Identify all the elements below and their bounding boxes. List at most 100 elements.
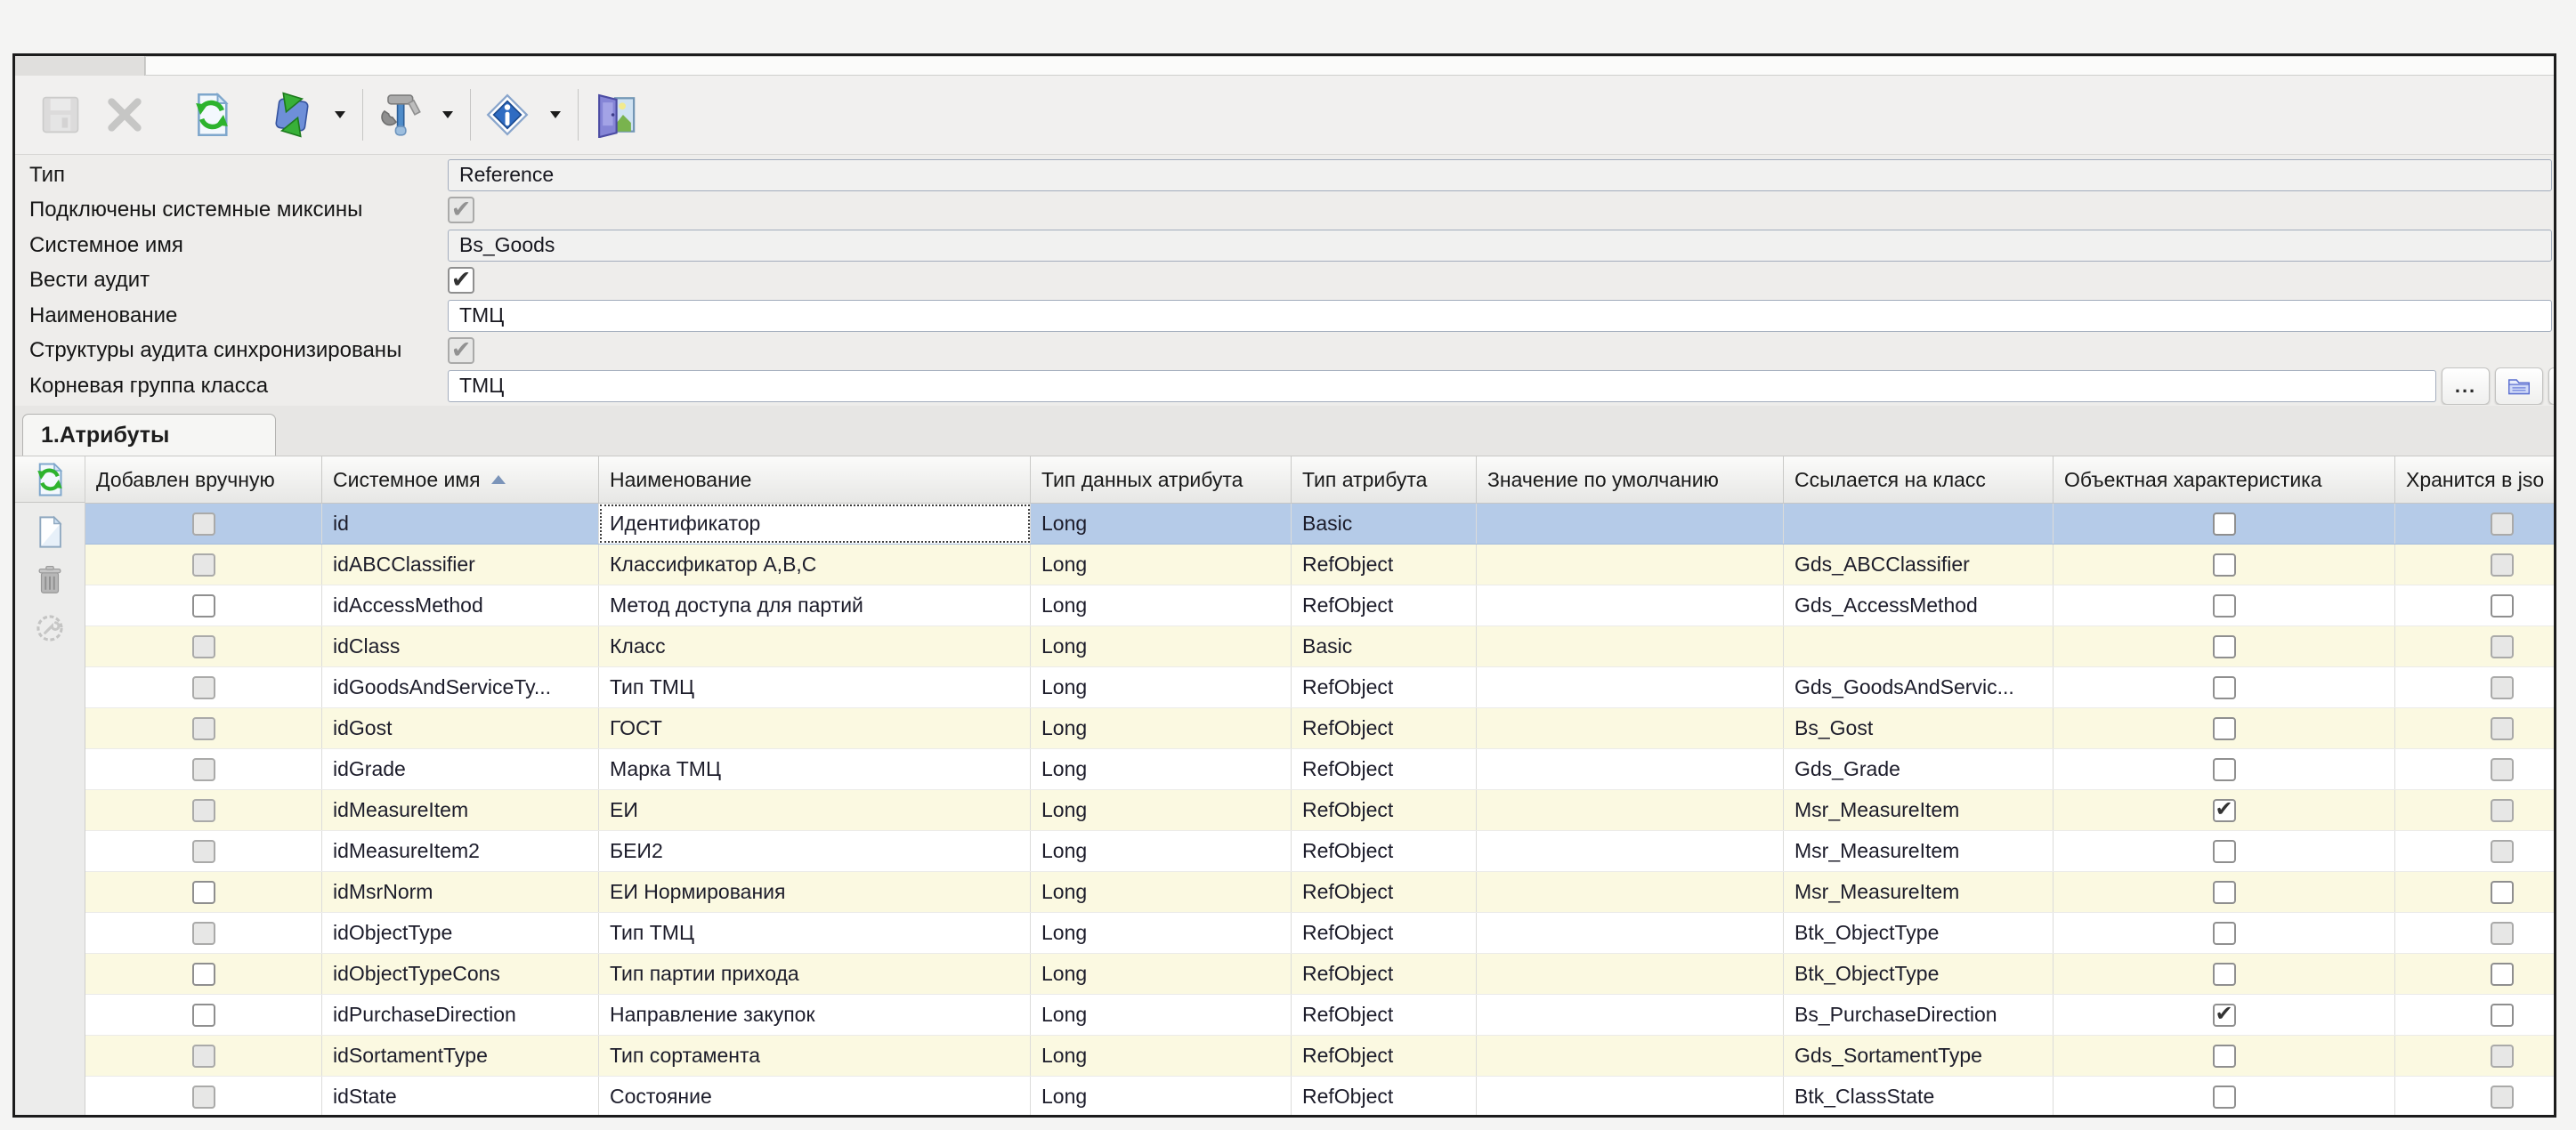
cell-name[interactable]: Тип ТМЦ (599, 667, 1031, 707)
cell-system_name[interactable]: idGoodsAndServiceTy... (322, 667, 599, 707)
table-row[interactable]: idABCClassifierКлассификатор A,B,CLongRe… (85, 545, 2554, 585)
cell-data_type[interactable]: Long (1031, 585, 1292, 626)
system-name-field[interactable] (448, 230, 2552, 262)
cell-system_name[interactable]: idClass (322, 626, 599, 666)
cell-default_value[interactable] (1477, 831, 1784, 871)
cell-attr_type[interactable]: RefObject (1292, 749, 1477, 789)
audit-checkbox[interactable] (448, 267, 474, 294)
info-dropdown-button[interactable] (546, 89, 565, 141)
cell-system_name[interactable]: idState (322, 1077, 599, 1115)
cell-name[interactable]: ЕИ (599, 790, 1031, 830)
cell-data_type[interactable]: Long (1031, 667, 1292, 707)
column-header-default_value[interactable]: Значение по умолчанию (1477, 456, 1784, 503)
table-row[interactable]: idObjectTypeConsТип партии приходаLongRe… (85, 954, 2554, 995)
cell-name[interactable]: Идентификатор (599, 504, 1031, 544)
cell-system_name[interactable]: idGrade (322, 749, 599, 789)
exit-button[interactable] (589, 89, 641, 141)
cell-name[interactable]: Тип сортамента (599, 1036, 1031, 1076)
cell-ref_class[interactable]: Gds_SortamentType (1784, 1036, 2054, 1076)
root-group-field[interactable] (448, 370, 2436, 402)
cell-attr_type[interactable]: RefObject (1292, 545, 1477, 585)
cell-attr_type[interactable]: RefObject (1292, 1036, 1477, 1076)
table-row[interactable]: idAccessMethodМетод доступа для партийLo… (85, 585, 2554, 626)
cell-default_value[interactable] (1477, 913, 1784, 953)
delete-row-button[interactable] (31, 561, 69, 599)
cell-name[interactable]: Марка ТМЦ (599, 749, 1031, 789)
cell-default_value[interactable] (1477, 667, 1784, 707)
object_characteristic-checkbox[interactable] (2213, 635, 2236, 658)
column-header-system_name[interactable]: Системное имя (322, 456, 599, 503)
cell-ref_class[interactable]: Gds_ABCClassifier (1784, 545, 2054, 585)
cell-attr_type[interactable]: RefObject (1292, 831, 1477, 871)
table-row[interactable]: idGostГОСТLongRefObjectBs_Gost (85, 708, 2554, 749)
cell-default_value[interactable] (1477, 708, 1784, 748)
cell-ref_class[interactable]: Gds_AccessMethod (1784, 585, 2054, 626)
stored_in_json-checkbox[interactable] (2491, 963, 2514, 986)
cell-name[interactable]: Направление закупок (599, 995, 1031, 1035)
cell-attr_type[interactable]: RefObject (1292, 585, 1477, 626)
manual-checkbox[interactable] (192, 1004, 215, 1027)
cell-name[interactable]: ГОСТ (599, 708, 1031, 748)
cell-attr_type[interactable]: RefObject (1292, 913, 1477, 953)
cell-data_type[interactable]: Long (1031, 790, 1292, 830)
import-button[interactable] (266, 89, 318, 141)
column-header-name[interactable]: Наименование (599, 456, 1031, 503)
cell-data_type[interactable]: Long (1031, 749, 1292, 789)
stored_in_json-checkbox[interactable] (2491, 1004, 2514, 1027)
import-dropdown-button[interactable] (330, 89, 350, 141)
name-field[interactable] (448, 300, 2552, 332)
cell-name[interactable]: БЕИ2 (599, 831, 1031, 871)
object_characteristic-checkbox[interactable] (2213, 1086, 2236, 1109)
type-field[interactable] (448, 159, 2552, 191)
cell-attr_type[interactable]: Basic (1292, 626, 1477, 666)
cell-default_value[interactable] (1477, 995, 1784, 1035)
column-header-attr_type[interactable]: Тип атрибута (1292, 456, 1477, 503)
cell-ref_class[interactable]: Bs_Gost (1784, 708, 2054, 748)
cell-system_name[interactable]: idABCClassifier (322, 545, 599, 585)
object_characteristic-checkbox[interactable] (2213, 553, 2236, 577)
cell-ref_class[interactable]: Btk_ObjectType (1784, 913, 2054, 953)
cell-data_type[interactable]: Long (1031, 1077, 1292, 1115)
cell-data_type[interactable]: Long (1031, 831, 1292, 871)
cell-attr_type[interactable]: RefObject (1292, 790, 1477, 830)
refresh-button[interactable] (186, 89, 238, 141)
manual-checkbox[interactable] (192, 963, 215, 986)
cell-system_name[interactable]: id (322, 504, 599, 544)
cell-name[interactable]: Тип ТМЦ (599, 913, 1031, 953)
cell-attr_type[interactable]: RefObject (1292, 667, 1477, 707)
column-header-ref_class[interactable]: Ссылается на класс (1784, 456, 2054, 503)
cell-name[interactable]: ЕИ Нормирования (599, 872, 1031, 912)
cell-default_value[interactable] (1477, 749, 1784, 789)
object_characteristic-checkbox[interactable] (2213, 758, 2236, 781)
object_characteristic-checkbox[interactable] (2213, 963, 2236, 986)
column-header-object_characteristic[interactable]: Объектная характеристика (2054, 456, 2395, 503)
cell-default_value[interactable] (1477, 504, 1784, 544)
stored_in_json-checkbox[interactable] (2491, 881, 2514, 904)
cell-system_name[interactable]: idObjectType (322, 913, 599, 953)
add-row-button[interactable] (31, 513, 69, 551)
cell-system_name[interactable]: idMeasureItem2 (322, 831, 599, 871)
cell-system_name[interactable]: idMeasureItem (322, 790, 599, 830)
cell-data_type[interactable]: Long (1031, 545, 1292, 585)
cell-system_name[interactable]: idObjectTypeCons (322, 954, 599, 994)
cell-attr_type[interactable]: RefObject (1292, 1077, 1477, 1115)
object_characteristic-checkbox[interactable] (2213, 676, 2236, 699)
cell-default_value[interactable] (1477, 626, 1784, 666)
object_characteristic-checkbox[interactable] (2213, 1045, 2236, 1068)
table-row[interactable]: idMeasureItemЕИLongRefObjectMsr_MeasureI… (85, 790, 2554, 831)
cell-ref_class[interactable]: Gds_Grade (1784, 749, 2054, 789)
table-row[interactable]: idMsrNormЕИ НормированияLongRefObjectMsr… (85, 872, 2554, 913)
cell-system_name[interactable]: idPurchaseDirection (322, 995, 599, 1035)
cell-name[interactable]: Метод доступа для партий (599, 585, 1031, 626)
cell-default_value[interactable] (1477, 1036, 1784, 1076)
column-header-manual[interactable]: Добавлен вручную (85, 456, 322, 503)
cell-default_value[interactable] (1477, 585, 1784, 626)
cell-attr_type[interactable]: RefObject (1292, 708, 1477, 748)
cell-data_type[interactable]: Long (1031, 626, 1292, 666)
manual-checkbox[interactable] (192, 881, 215, 904)
object_characteristic-checkbox[interactable] (2213, 881, 2236, 904)
cell-data_type[interactable]: Long (1031, 913, 1292, 953)
table-row[interactable]: idPurchaseDirectionНаправление закупокLo… (85, 995, 2554, 1036)
tools-button[interactable] (374, 89, 425, 141)
cell-name[interactable]: Классификатор A,B,C (599, 545, 1031, 585)
